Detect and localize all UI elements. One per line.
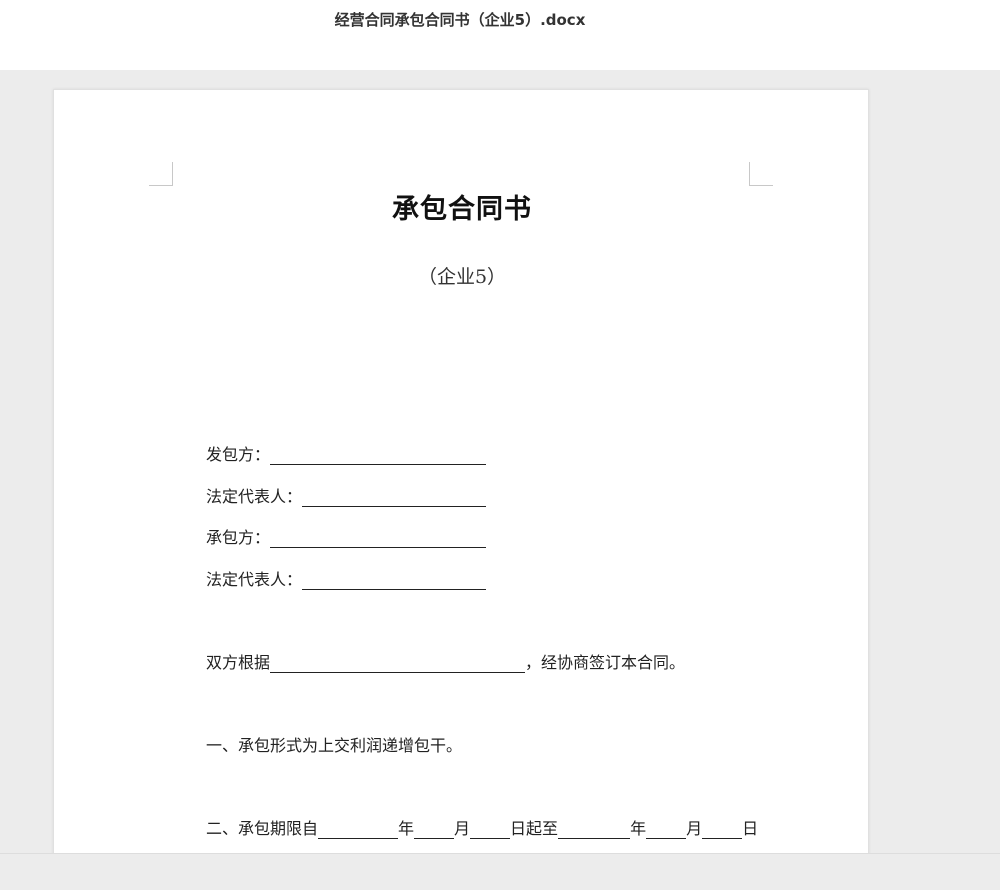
day-label: 日: [742, 819, 759, 838]
field-contractor: 承包方：: [206, 524, 487, 548]
document-subtitle: （企业5）: [417, 266, 507, 288]
document-filename: 经营合同承包合同书（企业5）.docx: [334, 11, 586, 29]
field-issuer-legal-representative: 法定代表人：: [206, 483, 487, 507]
field-label: 法定代表人：: [206, 570, 303, 589]
fill-blank: [302, 572, 487, 590]
field-label: 法定代表人：: [206, 487, 303, 506]
fill-blank: [646, 821, 687, 839]
field-label: 发包方：: [206, 445, 271, 464]
bottom-bar: [0, 853, 1000, 890]
agreement-paragraph: 双方根据 ，经协商签订本合同。: [206, 649, 685, 673]
fill-blank: [318, 821, 399, 839]
agreement-prefix: 双方根据: [206, 653, 271, 672]
margin-corner-top-right: [749, 162, 773, 186]
agreement-suffix: ，经协商签订本合同。: [525, 653, 686, 672]
clause-2-prefix: 二、承包期限自: [206, 819, 319, 838]
margin-corner-top-left: [149, 162, 173, 186]
clause-1: 一、承包形式为上交利润递增包干。: [206, 732, 462, 756]
fill-blank: [270, 655, 526, 673]
fill-blank: [270, 530, 487, 548]
fill-blank: [470, 821, 511, 839]
clause-1-text: 一、承包形式为上交利润递增包干。: [206, 736, 463, 755]
fill-blank: [558, 821, 631, 839]
year-label: 年: [398, 819, 415, 838]
day-from-label: 日起至: [510, 819, 559, 838]
clause-2: 二、承包期限自 年 月 日起至 年 月 日: [206, 815, 758, 839]
fill-blank: [302, 489, 487, 507]
document-page[interactable]: 承包合同书 （企业5） 发包方： 法定代表人： 承包方： 法定代表人： 双方根据…: [53, 89, 869, 889]
fill-blank: [270, 447, 487, 465]
fill-blank: [414, 821, 455, 839]
year-label: 年: [630, 819, 647, 838]
month-label: 月: [454, 819, 471, 838]
field-contractor-legal-representative: 法定代表人：: [206, 566, 487, 590]
document-canvas[interactable]: 承包合同书 （企业5） 发包方： 法定代表人： 承包方： 法定代表人： 双方根据…: [0, 70, 1000, 889]
field-label: 承包方：: [206, 528, 271, 547]
month-label: 月: [686, 819, 703, 838]
fill-blank: [702, 821, 743, 839]
title-bar: 经营合同承包合同书（企业5）.docx: [0, 0, 1000, 70]
field-contractor-issuer: 发包方：: [206, 441, 487, 465]
document-title: 承包合同书: [392, 194, 532, 225]
